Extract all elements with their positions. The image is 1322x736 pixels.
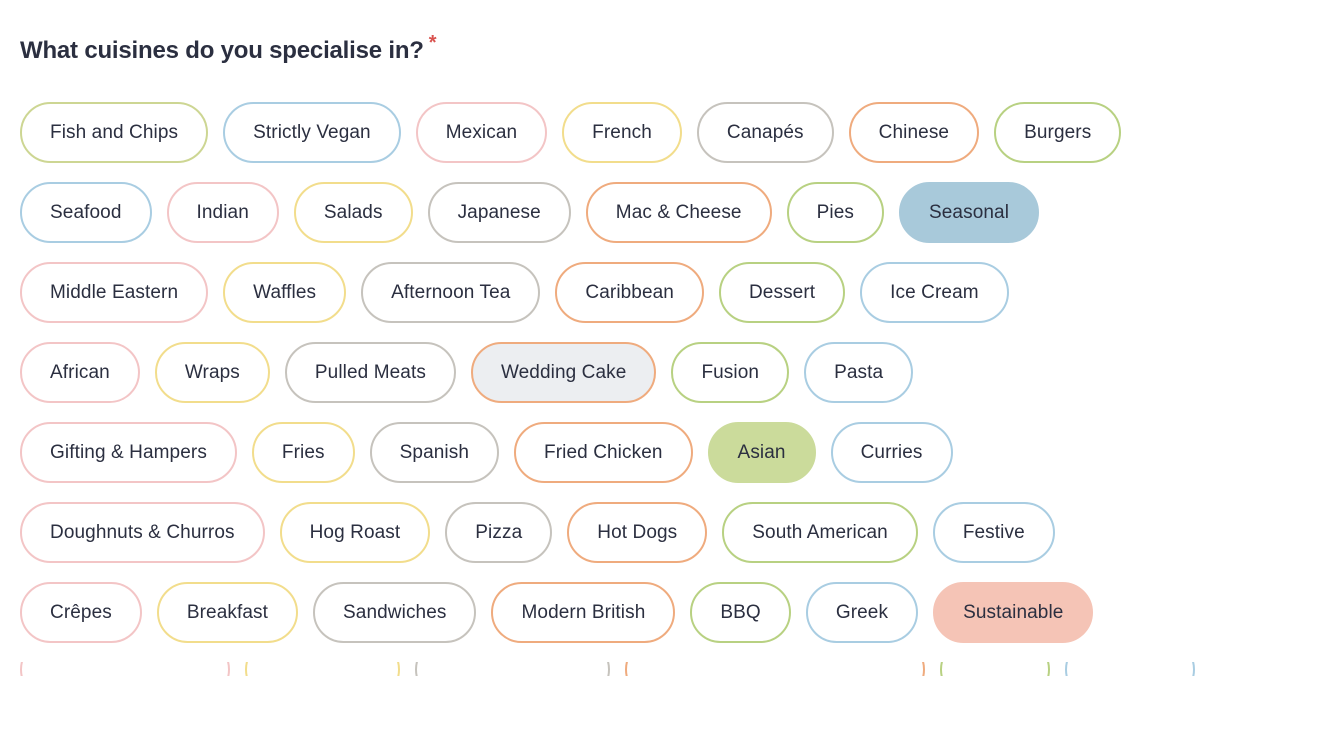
- cuisine-chip-row: Crêpes Breakfast Sandwiches Modern British B…: [20, 582, 1302, 643]
- cuisine-chip-japanese[interactable]: Japanese: [427, 182, 571, 243]
- cuisine-chip-seafood[interactable]: Seafood: [20, 182, 152, 243]
- cuisine-chip-french[interactable]: French: [562, 102, 682, 163]
- cuisine-chip-sandwiches[interactable]: Sandwiches: [313, 582, 477, 643]
- cuisine-chip-mac-cheese[interactable]: Mac & Cheese: [585, 182, 772, 243]
- question-label: What cuisines do you specialise in?: [20, 37, 424, 64]
- cuisine-chip-fish-and-chips[interactable]: Fish and Chips: [20, 102, 209, 163]
- cuisine-chip-asian[interactable]: Asian: [707, 422, 816, 483]
- cuisine-chip-breakfast[interactable]: Breakfast: [156, 582, 299, 643]
- cuisine-chip-burgers[interactable]: Burgers: [994, 102, 1122, 163]
- cuisine-chip-afternoon-tea[interactable]: Afternoon Tea: [361, 262, 541, 323]
- cuisine-chip-middle-eastern[interactable]: Middle Eastern: [20, 262, 209, 323]
- cuisine-chip-mexican[interactable]: Mexican: [415, 102, 548, 163]
- cuisine-chip-caribbean[interactable]: Caribbean: [555, 262, 704, 323]
- cuisine-chip-curries[interactable]: Curries: [830, 422, 953, 483]
- cuisine-chip-cr-pes[interactable]: Crêpes: [20, 582, 142, 643]
- cuisine-chip-row: Gifting & Hampers Fries Spanish Fried Chick…: [20, 422, 1302, 483]
- cuisine-chip-fries[interactable]: Fries: [251, 422, 355, 483]
- cuisine-chip-gifting-hampers[interactable]: Gifting & Hampers: [20, 422, 237, 483]
- cuisine-chip-waffles[interactable]: Waffles: [223, 262, 347, 323]
- cuisine-chip-chip-7-0[interactable]: [20, 662, 230, 676]
- cuisine-chip-row: [20, 662, 1302, 676]
- cuisine-chip-pies[interactable]: Pies: [786, 182, 884, 243]
- required-asterisk: *: [428, 32, 437, 54]
- cuisine-chip-modern-british[interactable]: Modern British: [491, 582, 676, 643]
- cuisine-chip-seasonal[interactable]: Seasonal: [898, 182, 1040, 243]
- cuisine-chip-pizza[interactable]: Pizza: [445, 502, 553, 563]
- cuisine-chip-row: Seafood Indian Salads Japanese Mac & Cheese P…: [20, 182, 1302, 243]
- cuisine-chip-chinese[interactable]: Chinese: [848, 102, 980, 163]
- cuisine-chip-salads[interactable]: Salads: [293, 182, 413, 243]
- cuisine-chip-wedding-cake[interactable]: Wedding Cake: [470, 342, 657, 403]
- cuisine-chip-chip-7-2[interactable]: [415, 662, 610, 676]
- cuisine-chip-bbq[interactable]: BBQ: [690, 582, 791, 643]
- cuisine-chip-fried-chicken[interactable]: Fried Chicken: [514, 422, 693, 483]
- cuisine-chip-hog-roast[interactable]: Hog Roast: [279, 502, 431, 563]
- cuisine-chip-indian[interactable]: Indian: [166, 182, 279, 243]
- cuisine-chip-greek[interactable]: Greek: [805, 582, 919, 643]
- cuisine-chip-african[interactable]: African: [20, 342, 140, 403]
- cuisine-chip-row: Fish and Chips Strictly Vegan Mexican Frenc…: [20, 102, 1302, 163]
- cuisine-chip-row: African Wraps Pulled Meats Wedding Cake Fusi…: [20, 342, 1302, 403]
- cuisine-chip-spanish[interactable]: Spanish: [369, 422, 500, 483]
- page-title: What cuisines do you specialise in? *: [20, 32, 437, 64]
- cuisine-chip-sustainable[interactable]: Sustainable: [933, 582, 1094, 643]
- cuisine-chip-south-american[interactable]: South American: [722, 502, 918, 563]
- cuisine-selection-form: What cuisines do you specialise in? * Fis…: [0, 0, 1322, 736]
- cuisine-chip-canap-s[interactable]: Canapés: [696, 102, 834, 163]
- cuisine-chip-pasta[interactable]: Pasta: [804, 342, 914, 403]
- cuisine-chip-row: Doughnuts & Churros Hog Roast Pizza Hot Dog…: [20, 502, 1302, 563]
- cuisine-chip-ice-cream[interactable]: Ice Cream: [860, 262, 1009, 323]
- cuisine-chip-hot-dogs[interactable]: Hot Dogs: [567, 502, 708, 563]
- cuisine-chip-chip-7-1[interactable]: [245, 662, 400, 676]
- cuisine-chip-strictly-vegan[interactable]: Strictly Vegan: [223, 102, 401, 163]
- cuisine-chip-row: Middle Eastern Waffles Afternoon Tea Caribb…: [20, 262, 1302, 323]
- cuisine-chip-chip-7-3[interactable]: [625, 662, 925, 676]
- cuisine-chip-chip-7-4[interactable]: [940, 662, 1050, 676]
- cuisine-chip-fusion[interactable]: Fusion: [671, 342, 790, 403]
- cuisine-chip-dessert[interactable]: Dessert: [718, 262, 846, 323]
- cuisine-chip-doughnuts-churros[interactable]: Doughnuts & Churros: [20, 502, 265, 563]
- cuisine-chip-chip-7-5[interactable]: [1065, 662, 1195, 676]
- cuisine-chip-wraps[interactable]: Wraps: [154, 342, 270, 403]
- cuisine-chip-pulled-meats[interactable]: Pulled Meats: [284, 342, 456, 403]
- cuisine-chip-festive[interactable]: Festive: [932, 502, 1055, 563]
- cuisine-chip-grid: Fish and Chips Strictly Vegan Mexican Frenc…: [20, 102, 1302, 695]
